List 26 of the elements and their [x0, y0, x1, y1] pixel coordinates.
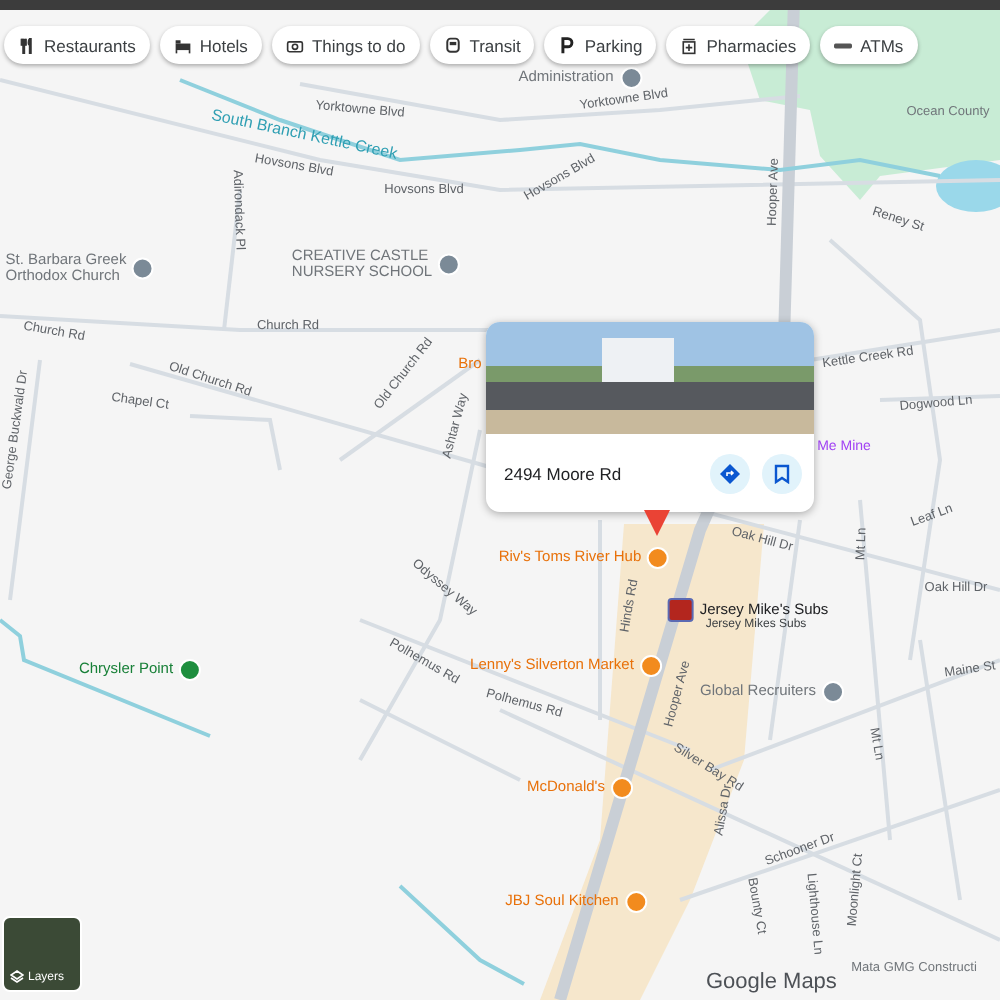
map-logo: Google Maps [706, 970, 837, 994]
place-icon [619, 67, 642, 89]
save-button[interactable] [762, 453, 802, 493]
category-chip[interactable]: Things to do [271, 26, 420, 64]
camera-icon [285, 35, 304, 55]
category-chip[interactable]: Pharmacies [666, 26, 811, 64]
place-icon [821, 681, 844, 703]
category-chip[interactable]: Parking [544, 26, 657, 64]
bookmark-icon [774, 463, 790, 483]
park-icon [179, 659, 202, 681]
directions-icon [720, 463, 740, 483]
bus-icon [443, 35, 462, 55]
logo-icon [667, 598, 694, 622]
fork-knife-icon [18, 35, 36, 55]
parking-icon [558, 35, 577, 55]
category-chip[interactable]: Restaurants [4, 26, 150, 64]
bed-icon [173, 35, 192, 55]
layers-icon [10, 970, 24, 984]
pharmacy-icon [680, 35, 699, 55]
directions-button[interactable] [710, 453, 750, 493]
place-icon [132, 257, 155, 279]
place-address: 2494 Moore Rd [504, 463, 624, 483]
category-chip[interactable]: ATMs [820, 26, 918, 64]
category-chip[interactable]: Transit [429, 26, 535, 64]
category-chip[interactable]: Hotels [159, 26, 262, 64]
place-icon [438, 253, 461, 275]
